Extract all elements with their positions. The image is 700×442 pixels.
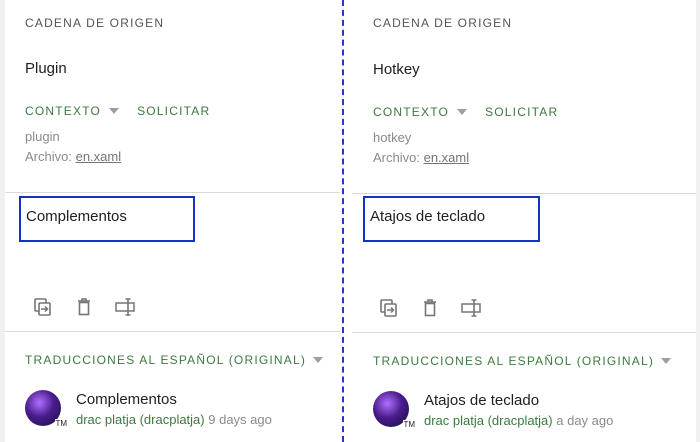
file-link[interactable]: en.xaml bbox=[424, 150, 470, 165]
translation-suggestion[interactable]: TM Atajos de teclado drac platja (dracpl… bbox=[373, 391, 613, 431]
translation-suggestion[interactable]: TM Complementos drac platja (dracplatja)… bbox=[25, 390, 272, 430]
translation-panel-right: CADENA DE ORIGEN Hotkey CONTEXTO SOLICIT… bbox=[352, 0, 696, 442]
section-divider bbox=[352, 332, 696, 333]
right-edge-gutter bbox=[696, 0, 700, 442]
string-key: hotkey bbox=[373, 130, 412, 145]
translation-editor[interactable]: Complementos bbox=[19, 196, 195, 242]
suggestion-author-link[interactable]: drac platja (dracplatja) bbox=[424, 413, 553, 428]
section-divider bbox=[5, 192, 340, 193]
translation-panel-left: CADENA DE ORIGEN Plugin CONTEXTO SOLICIT… bbox=[5, 0, 340, 442]
suggestion-body: Atajos de teclado drac platja (dracplatj… bbox=[424, 391, 613, 431]
suggestion-body: Complementos drac platja (dracplatja) 9 … bbox=[76, 390, 272, 430]
suggestion-time: 9 days ago bbox=[208, 412, 272, 427]
chevron-down-icon[interactable] bbox=[661, 358, 672, 364]
context-row: CONTEXTO SOLICITAR bbox=[25, 104, 210, 118]
file-link[interactable]: en.xaml bbox=[76, 149, 122, 164]
section-divider bbox=[5, 331, 340, 332]
file-info: Archivo: en.xaml bbox=[25, 147, 121, 167]
suggestion-text: Atajos de teclado bbox=[424, 392, 540, 409]
avatar: TM bbox=[25, 390, 67, 428]
context-toggle[interactable]: CONTEXTO bbox=[25, 104, 101, 118]
copy-source-icon[interactable] bbox=[32, 296, 54, 318]
translations-header[interactable]: TRADUCCIONES AL ESPAÑOL (ORIGINAL) bbox=[25, 353, 324, 367]
section-divider bbox=[352, 193, 696, 194]
chevron-down-icon[interactable] bbox=[313, 357, 324, 363]
context-row: CONTEXTO SOLICITAR bbox=[373, 105, 558, 119]
suggestion-time: a day ago bbox=[556, 413, 614, 428]
suggestion-author-link[interactable]: drac platja (dracplatja) bbox=[76, 412, 205, 427]
editor-toolbar bbox=[378, 297, 501, 319]
tm-badge: TM bbox=[55, 419, 67, 428]
request-context-link[interactable]: SOLICITAR bbox=[137, 104, 210, 118]
request-context-link[interactable]: SOLICITAR bbox=[485, 105, 558, 119]
delete-icon[interactable] bbox=[419, 297, 441, 319]
editor-toolbar bbox=[32, 296, 155, 318]
text-cursor-icon[interactable] bbox=[460, 297, 482, 319]
suggestion-meta: drac platja (dracplatja) 9 days ago bbox=[76, 410, 272, 430]
source-string-text: Plugin bbox=[25, 60, 67, 77]
text-cursor-icon[interactable] bbox=[114, 296, 136, 318]
source-string-text: Hotkey bbox=[373, 61, 420, 78]
source-string-label: CADENA DE ORIGEN bbox=[373, 16, 513, 30]
chevron-down-icon[interactable] bbox=[109, 108, 120, 114]
suggestion-text: Complementos bbox=[76, 391, 177, 408]
string-key: plugin bbox=[25, 129, 60, 144]
chevron-down-icon[interactable] bbox=[457, 109, 468, 115]
translation-editor[interactable]: Atajos de teclado bbox=[363, 196, 540, 242]
translations-label: TRADUCCIONES AL ESPAÑOL (ORIGINAL) bbox=[373, 354, 655, 368]
tm-badge: TM bbox=[403, 420, 415, 429]
file-prefix: Archivo: bbox=[373, 150, 420, 165]
delete-icon[interactable] bbox=[73, 296, 95, 318]
string-meta: plugin Archivo: en.xaml bbox=[25, 127, 121, 167]
copy-source-icon[interactable] bbox=[378, 297, 400, 319]
suggestion-meta: drac platja (dracplatja) a day ago bbox=[424, 411, 613, 431]
string-meta: hotkey Archivo: en.xaml bbox=[373, 128, 469, 168]
context-toggle[interactable]: CONTEXTO bbox=[373, 105, 449, 119]
translations-header[interactable]: TRADUCCIONES AL ESPAÑOL (ORIGINAL) bbox=[373, 354, 672, 368]
avatar: TM bbox=[373, 391, 415, 429]
panel-divider bbox=[342, 0, 344, 442]
translations-label: TRADUCCIONES AL ESPAÑOL (ORIGINAL) bbox=[25, 353, 307, 367]
file-info: Archivo: en.xaml bbox=[373, 148, 469, 168]
source-string-label: CADENA DE ORIGEN bbox=[25, 16, 165, 30]
file-prefix: Archivo: bbox=[25, 149, 72, 164]
